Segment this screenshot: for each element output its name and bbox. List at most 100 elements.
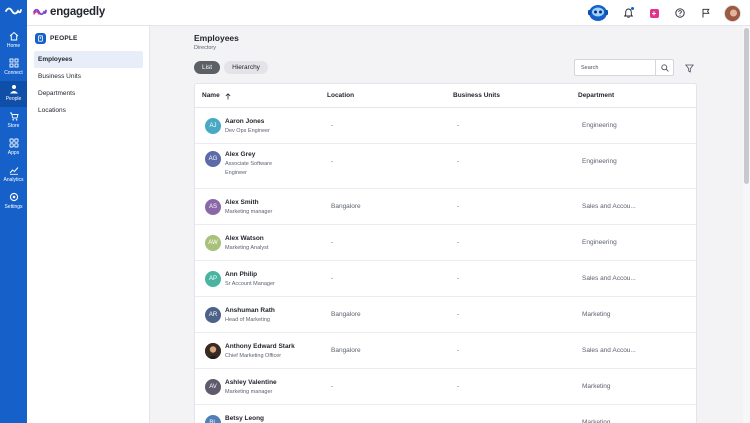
employee-name[interactable]: Anshuman Rath — [225, 307, 275, 314]
rail-item-label: Analytics — [3, 177, 24, 183]
employee-title: Marketing Analyst — [225, 244, 269, 251]
search-button[interactable] — [656, 60, 673, 75]
employee-title: Marketing manager — [225, 388, 273, 395]
engagedly-logo-icon[interactable] — [5, 5, 22, 17]
top-header: engagedly + — [27, 0, 750, 26]
settings-icon — [9, 192, 18, 202]
mascot-icon — [588, 5, 608, 21]
employee-avatar[interactable] — [205, 343, 221, 359]
rail-item-label: Settings — [4, 204, 23, 210]
rail-item-people[interactable]: People — [0, 81, 27, 107]
sidebar-item-employees[interactable]: Employees — [34, 51, 143, 68]
employee-business-unit: - — [457, 122, 460, 129]
rail-item-label: People — [5, 96, 22, 102]
rail-item-settings[interactable]: Settings — [0, 189, 27, 215]
view-toggle: List Hierarchy — [194, 61, 272, 74]
employee-department: Sales and Accou... — [582, 347, 636, 354]
employee-name[interactable]: Alex Watson — [225, 235, 264, 242]
rail-item-connect[interactable]: Connect — [0, 55, 27, 81]
rail-item-label: Store — [7, 123, 20, 129]
filter-icon — [684, 64, 694, 73]
employee-title: Head of Marketing — [225, 316, 270, 323]
rail-item-apps[interactable]: Apps — [0, 135, 27, 161]
employee-avatar[interactable]: AG — [205, 151, 221, 167]
table-row[interactable]: AP Ann Philip Sr Account Manager - - Sales an… — [195, 261, 696, 297]
employee-avatar[interactable]: AV — [205, 379, 221, 395]
employee-name[interactable]: Alex Grey — [225, 151, 255, 158]
flag-button[interactable] — [696, 3, 716, 23]
table-row[interactable]: AV Ashley Valentine Marketing manager - - Mar… — [195, 369, 696, 405]
analytics-icon — [9, 167, 18, 175]
employee-business-unit: - — [457, 275, 460, 282]
table-row[interactable]: AG Alex Grey Associate Software Engineer - -… — [195, 144, 696, 189]
employee-location: Bangalore — [331, 347, 361, 354]
table-row[interactable]: AJ Aaron Jones Dev Ops Engineer - - Engineeri… — [195, 108, 696, 144]
profile-button[interactable] — [722, 3, 742, 23]
employee-name[interactable]: Aaron Jones — [225, 118, 264, 125]
rail-item-home[interactable]: Home — [0, 28, 27, 54]
employee-location: - — [331, 383, 334, 390]
people-sidebar: PEOPLE Employees Business Units Departme… — [27, 26, 150, 423]
page-scrollbar[interactable] — [743, 26, 750, 423]
column-header-location[interactable]: Location — [327, 84, 354, 108]
rail-item-label: Home — [6, 43, 21, 49]
tab-list[interactable]: List — [194, 61, 221, 74]
employee-department: Marketing — [582, 383, 611, 390]
rail-item-store[interactable]: Store — [0, 108, 27, 134]
notification-dot — [631, 7, 634, 10]
create-button[interactable]: + — [644, 3, 664, 23]
table-row[interactable]: Anthony Edward Stark Chief Marketing Offi… — [195, 333, 696, 369]
employee-name[interactable]: Ann Philip — [225, 271, 257, 278]
employee-business-unit: - — [457, 347, 460, 354]
employee-business-unit: - — [457, 203, 460, 210]
employee-name[interactable]: Ashley Valentine — [225, 379, 277, 386]
connect-icon — [9, 58, 18, 68]
table-row[interactable]: BL Betsy Leong Marketing — [195, 405, 696, 423]
employee-avatar[interactable]: BL — [205, 415, 221, 423]
employee-department: Engineering — [582, 122, 617, 129]
employee-avatar[interactable]: AR — [205, 307, 221, 323]
column-header-department[interactable]: Department — [578, 84, 614, 108]
sidebar-item-locations[interactable]: Locations — [34, 102, 143, 119]
table-row[interactable]: AR Anshuman Rath Head of Marketing Bangalor… — [195, 297, 696, 333]
search-input[interactable] — [575, 60, 656, 75]
sidebar-item-business-units[interactable]: Business Units — [34, 68, 143, 85]
brand-name: engagedly — [50, 6, 106, 18]
column-label: Name — [202, 92, 220, 99]
scrollbar-thumb[interactable] — [744, 28, 749, 184]
apps-icon — [9, 138, 18, 148]
sidebar-item-label: Locations — [38, 107, 66, 114]
sidebar-item-label: Departments — [38, 90, 76, 97]
employee-avatar[interactable]: AP — [205, 271, 221, 287]
column-header-business-units[interactable]: Business Units — [453, 84, 500, 108]
table-row[interactable]: AS Alex Smith Marketing manager Bangalore - S… — [195, 189, 696, 225]
help-icon — [675, 8, 685, 18]
home-icon — [9, 31, 18, 41]
page-subtitle: Directory — [194, 45, 217, 51]
employee-avatar[interactable]: AJ — [205, 118, 221, 134]
employee-title: Marketing manager — [225, 208, 273, 215]
employee-title: Chief Marketing Officer — [225, 352, 282, 359]
employee-avatar[interactable]: AW — [205, 235, 221, 251]
employee-department: Engineering — [582, 239, 617, 246]
employee-title: Sr Account Manager — [225, 280, 275, 287]
filter-button[interactable] — [683, 62, 695, 74]
mascot-button[interactable] — [584, 3, 612, 23]
brand[interactable]: engagedly — [33, 5, 105, 19]
employee-name[interactable]: Betsy Leong — [225, 415, 264, 422]
rail-item-analytics[interactable]: Analytics — [0, 162, 27, 188]
employee-business-unit: - — [457, 311, 460, 318]
table-row[interactable]: AW Alex Watson Marketing Analyst - - Engineer… — [195, 225, 696, 261]
employees-table: Name Location Business Units Department … — [194, 83, 697, 423]
help-button[interactable] — [670, 3, 690, 23]
column-header-name[interactable]: Name — [202, 84, 231, 108]
people-section-icon — [35, 33, 46, 44]
employee-name[interactable]: Anthony Edward Stark — [225, 343, 295, 350]
sidebar-item-departments[interactable]: Departments — [34, 85, 143, 102]
employee-name[interactable]: Alex Smith — [225, 199, 259, 206]
employee-business-unit: - — [457, 239, 460, 246]
employee-avatar[interactable]: AS — [205, 199, 221, 215]
employee-department: Sales and Accou... — [582, 275, 636, 282]
tab-hierarchy[interactable]: Hierarchy — [224, 61, 268, 74]
notifications-button[interactable] — [618, 3, 638, 23]
